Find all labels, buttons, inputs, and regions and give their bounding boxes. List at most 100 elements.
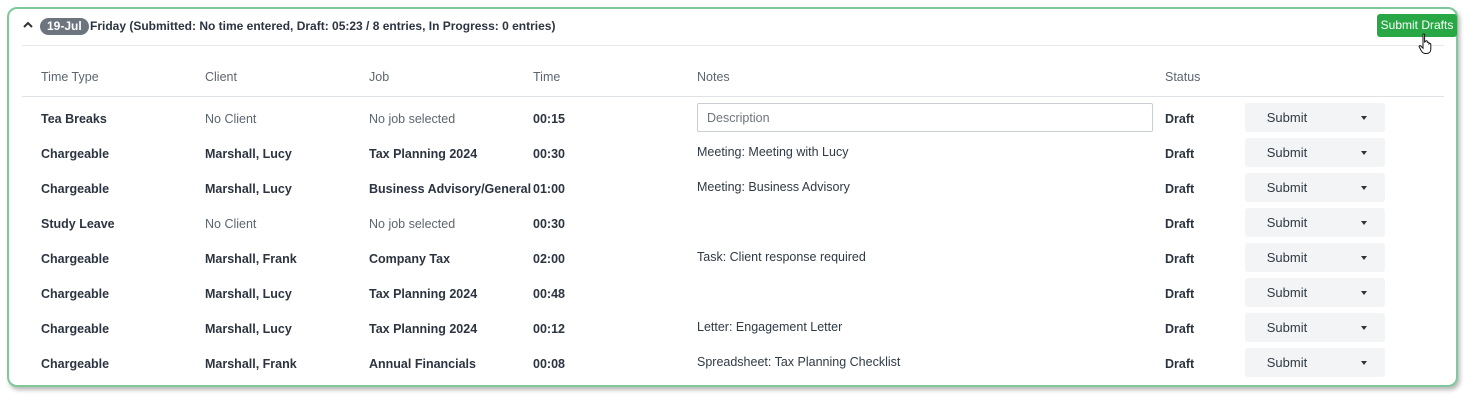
caret-down-icon xyxy=(1361,256,1367,260)
job-cell: Tax Planning 2024 xyxy=(369,147,478,161)
day-entries-panel: 19-Jul Friday (Submitted: No time entere… xyxy=(7,7,1458,387)
hand-pointer-icon xyxy=(1418,33,1432,54)
caret-down-icon xyxy=(1361,186,1367,190)
client-cell: Marshall, Lucy xyxy=(205,287,292,301)
day-header: 19-Jul Friday (Submitted: No time entere… xyxy=(22,9,1457,54)
notes-cell: Letter: Engagement Letter xyxy=(697,320,843,334)
notes-cell: Meeting: Meeting with Lucy xyxy=(697,145,849,159)
job-cell: Annual Financials xyxy=(369,357,476,371)
submit-button[interactable]: Submit xyxy=(1245,313,1329,342)
status-cell: Draft xyxy=(1165,322,1195,336)
submit-split-button: Submit xyxy=(1245,278,1385,307)
submit-dropdown-toggle[interactable] xyxy=(1329,173,1385,202)
job-cell: Tax Planning 2024 xyxy=(369,287,478,301)
client-cell: Marshall, Lucy xyxy=(205,322,292,336)
submit-dropdown-toggle[interactable] xyxy=(1329,278,1385,307)
status-cell: Draft xyxy=(1165,217,1195,231)
notes-cell: Meeting: Business Advisory xyxy=(697,180,850,194)
submit-button[interactable]: Submit xyxy=(1245,348,1329,377)
time-type-cell: Chargeable xyxy=(41,322,110,336)
caret-down-icon xyxy=(1361,326,1367,330)
notes-cell: Task: Client response required xyxy=(697,250,866,264)
caret-down-icon xyxy=(1361,361,1367,365)
day-summary: Friday (Submitted: No time entered, Draf… xyxy=(90,19,556,33)
time-type-cell: Chargeable xyxy=(41,147,110,161)
submit-dropdown-toggle[interactable] xyxy=(1329,138,1385,167)
col-time-type: Time Type xyxy=(41,70,99,84)
date-badge: 19-Jul xyxy=(40,18,89,35)
time-cell: 00:30 xyxy=(533,147,565,161)
job-cell: Tax Planning 2024 xyxy=(369,322,478,336)
table-row: Chargeable Marshall, Lucy Tax Planning 2… xyxy=(9,277,1456,312)
submit-split-button: Submit xyxy=(1245,138,1385,167)
submit-dropdown-toggle[interactable] xyxy=(1329,348,1385,377)
submit-split-button: Submit xyxy=(1245,243,1385,272)
status-cell: Draft xyxy=(1165,182,1195,196)
time-type-cell: Chargeable xyxy=(41,357,110,371)
time-type-cell: Chargeable xyxy=(41,287,110,301)
caret-down-icon xyxy=(1361,116,1367,120)
client-cell: No Client xyxy=(205,217,257,231)
submit-dropdown-toggle[interactable] xyxy=(1329,208,1385,237)
time-cell: 01:00 xyxy=(533,182,565,196)
status-cell: Draft xyxy=(1165,357,1195,371)
col-job: Job xyxy=(369,70,390,84)
status-cell: Draft xyxy=(1165,287,1195,301)
submit-split-button: Submit xyxy=(1245,103,1385,132)
client-cell: Marshall, Lucy xyxy=(205,182,292,196)
time-cell: 00:08 xyxy=(533,357,565,371)
submit-drafts-button[interactable]: Submit Drafts xyxy=(1377,14,1457,37)
submit-button[interactable]: Submit xyxy=(1245,138,1329,167)
submit-split-button: Submit xyxy=(1245,173,1385,202)
submit-dropdown-toggle[interactable] xyxy=(1329,103,1385,132)
col-notes: Notes xyxy=(697,70,730,84)
status-cell: Draft xyxy=(1165,252,1195,266)
client-cell: Marshall, Frank xyxy=(205,357,297,371)
status-cell: Draft xyxy=(1165,147,1195,161)
caret-down-icon xyxy=(1361,291,1367,295)
col-client: Client xyxy=(205,70,237,84)
submit-button[interactable]: Submit xyxy=(1245,278,1329,307)
client-cell: Marshall, Lucy xyxy=(205,147,292,161)
time-type-cell: Study Leave xyxy=(41,217,115,231)
job-cell: No job selected xyxy=(369,217,456,231)
submit-button[interactable]: Submit xyxy=(1245,243,1329,272)
table-row: Chargeable Marshall, Frank Annual Financ… xyxy=(9,347,1456,382)
time-cell: 00:15 xyxy=(533,112,565,126)
submit-split-button: Submit xyxy=(1245,208,1385,237)
col-time: Time xyxy=(533,70,561,84)
time-cell: 00:30 xyxy=(533,217,565,231)
notes-cell: Spreadsheet: Tax Planning Checklist xyxy=(697,355,901,369)
header-divider xyxy=(22,96,1444,97)
submit-split-button: Submit xyxy=(1245,313,1385,342)
submit-dropdown-toggle[interactable] xyxy=(1329,313,1385,342)
chevron-up-icon[interactable] xyxy=(22,19,34,31)
submit-split-button: Submit xyxy=(1245,348,1385,377)
table-row: Chargeable Marshall, Frank Company Tax 0… xyxy=(9,242,1456,277)
table-row: Study Leave No Client No job selected 00… xyxy=(9,207,1456,242)
table-row: Chargeable Marshall, Lucy Business Advis… xyxy=(9,172,1456,207)
job-cell: Company Tax xyxy=(369,252,451,266)
job-cell: No job selected xyxy=(369,112,456,126)
submit-button[interactable]: Submit xyxy=(1245,103,1329,132)
description-input[interactable] xyxy=(697,103,1153,132)
submit-button[interactable]: Submit xyxy=(1245,173,1329,202)
table-row: Chargeable Marshall, Lucy Tax Planning 2… xyxy=(9,312,1456,347)
caret-down-icon xyxy=(1361,221,1367,225)
time-cell: 00:12 xyxy=(533,322,565,336)
time-cell: 00:48 xyxy=(533,287,565,301)
time-cell: 02:00 xyxy=(533,252,565,266)
job-cell: Business Advisory/General xyxy=(369,182,532,196)
time-type-cell: Chargeable xyxy=(41,252,110,266)
caret-down-icon xyxy=(1361,151,1367,155)
submit-button[interactable]: Submit xyxy=(1245,208,1329,237)
col-status: Status xyxy=(1165,70,1201,84)
status-cell: Draft xyxy=(1165,112,1195,126)
table-row: Chargeable Marshall, Lucy Tax Planning 2… xyxy=(9,137,1456,172)
table-row: Tea Breaks No Client No job selected 00:… xyxy=(9,102,1456,137)
client-cell: No Client xyxy=(205,112,257,126)
time-type-cell: Tea Breaks xyxy=(41,112,107,126)
submit-dropdown-toggle[interactable] xyxy=(1329,243,1385,272)
client-cell: Marshall, Frank xyxy=(205,252,297,266)
time-type-cell: Chargeable xyxy=(41,182,110,196)
